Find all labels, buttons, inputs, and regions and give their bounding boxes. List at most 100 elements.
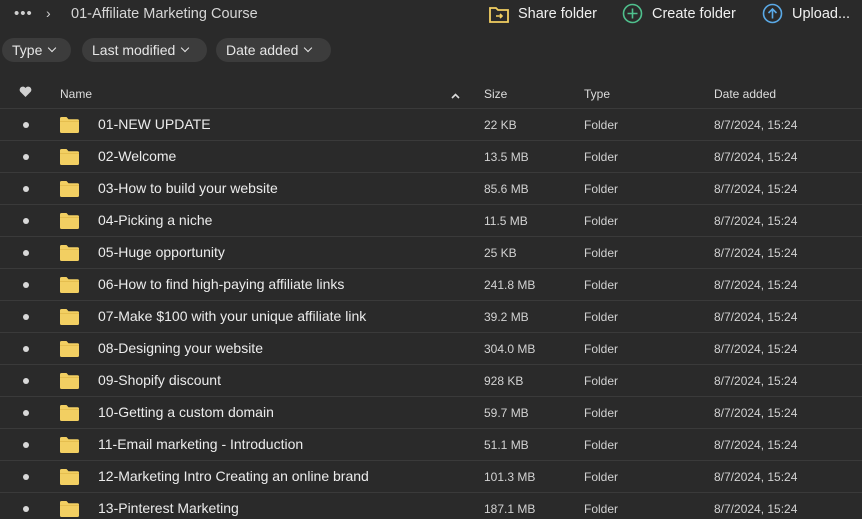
table-row[interactable]: 08-Designing your website 304.0 MB Folder 8… <box>0 333 862 365</box>
file-date-added: 8/7/2024, 15:24 <box>714 374 798 388</box>
folder-icon <box>60 469 79 485</box>
folder-icon <box>60 277 79 293</box>
table-row[interactable]: 10-Getting a custom domain 59.7 MB Folder 8… <box>0 397 862 429</box>
upload-arrow-icon <box>762 3 783 24</box>
date-added-filter-dropdown[interactable]: Date added <box>216 38 331 62</box>
type-column-header[interactable]: Type <box>584 87 610 101</box>
favorite-dot-icon[interactable] <box>23 122 29 128</box>
share-folder-label: Share folder <box>518 5 597 22</box>
plus-circle-icon <box>622 3 643 24</box>
create-folder-button[interactable]: Create folder <box>622 3 736 24</box>
file-date-added: 8/7/2024, 15:24 <box>714 182 798 196</box>
table-row[interactable]: 06-How to find high-paying affiliate lin… <box>0 269 862 301</box>
file-date-added: 8/7/2024, 15:24 <box>714 310 798 324</box>
favorite-dot-icon[interactable] <box>23 442 29 448</box>
upload-button[interactable]: Upload... <box>762 3 850 24</box>
date-added-column-header[interactable]: Date added <box>714 87 776 101</box>
file-type: Folder <box>584 278 619 292</box>
file-name[interactable]: 07-Make $100 with your unique affiliate … <box>98 308 366 324</box>
file-size: 39.2 MB <box>484 310 529 324</box>
file-type: Folder <box>584 438 619 452</box>
file-name[interactable]: 11-Email marketing - Introduction <box>98 436 303 452</box>
table-row[interactable]: 05-Huge opportunity 25 KB Folder 8/7/2024, … <box>0 237 862 269</box>
file-type: Folder <box>584 118 619 132</box>
favorite-dot-icon[interactable] <box>23 218 29 224</box>
upload-label: Upload... <box>792 5 851 22</box>
create-folder-label: Create folder <box>652 5 736 22</box>
file-size: 928 KB <box>484 374 524 388</box>
table-row[interactable]: 07-Make $100 with your unique affiliate … <box>0 301 862 333</box>
file-name[interactable]: 08-Designing your website <box>98 340 263 356</box>
file-size: 187.1 MB <box>484 502 536 516</box>
table-row[interactable]: 01-NEW UPDATE 22 KB Folder 8/7/2024, 15:24 <box>0 109 862 141</box>
favorite-dot-icon[interactable] <box>23 186 29 192</box>
file-name[interactable]: 01-NEW UPDATE <box>98 116 211 132</box>
chevron-down-icon <box>304 43 313 53</box>
file-type: Folder <box>584 246 619 260</box>
top-bar: ••• › 01-Affiliate Marketing Course Shar… <box>0 0 862 30</box>
more-options-button[interactable]: ••• <box>14 6 33 21</box>
file-name[interactable]: 06-How to find high-paying affiliate lin… <box>98 276 344 292</box>
favorite-dot-icon[interactable] <box>23 250 29 256</box>
file-date-added: 8/7/2024, 15:24 <box>714 342 798 356</box>
favorite-dot-icon[interactable] <box>23 410 29 416</box>
date-added-filter-label: Date added <box>226 42 299 58</box>
file-type: Folder <box>584 150 619 164</box>
file-name[interactable]: 10-Getting a custom domain <box>98 404 274 420</box>
chevron-down-icon <box>181 43 190 53</box>
table-row[interactable]: 09-Shopify discount 928 KB Folder 8/7/2024,… <box>0 365 862 397</box>
favorite-dot-icon[interactable] <box>23 154 29 160</box>
share-folder-button[interactable]: Share folder <box>488 3 597 24</box>
breadcrumb-current-folder[interactable]: 01-Affiliate Marketing Course <box>71 6 258 22</box>
table-header: Name Size Type Date added <box>0 78 862 109</box>
breadcrumb-separator: › <box>46 5 51 21</box>
table-row[interactable]: 04-Picking a niche 11.5 MB Folder 8/7/2024,… <box>0 205 862 237</box>
file-date-added: 8/7/2024, 15:24 <box>714 406 798 420</box>
folder-icon <box>60 181 79 197</box>
file-name[interactable]: 04-Picking a niche <box>98 212 212 228</box>
folder-icon <box>60 373 79 389</box>
file-date-added: 8/7/2024, 15:24 <box>714 438 798 452</box>
type-filter-dropdown[interactable]: Type <box>2 38 71 62</box>
favorite-dot-icon[interactable] <box>23 474 29 480</box>
name-column-header[interactable]: Name <box>60 87 92 101</box>
favorite-dot-icon[interactable] <box>23 346 29 352</box>
table-row[interactable]: 03-How to build your website 85.6 MB Folde… <box>0 173 862 205</box>
table-row[interactable]: 02-Welcome 13.5 MB Folder 8/7/2024, 15:24 <box>0 141 862 173</box>
file-type: Folder <box>584 182 619 196</box>
file-size: 13.5 MB <box>484 150 529 164</box>
table-row[interactable]: 11-Email marketing - Introduction 51.1 MB… <box>0 429 862 461</box>
file-type: Folder <box>584 214 619 228</box>
last-modified-filter-label: Last modified <box>92 42 176 58</box>
favorite-dot-icon[interactable] <box>23 282 29 288</box>
file-type: Folder <box>584 310 619 324</box>
file-name[interactable]: 03-How to build your website <box>98 180 278 196</box>
favorite-dot-icon[interactable] <box>23 506 29 512</box>
file-size: 22 KB <box>484 118 517 132</box>
folder-icon <box>60 117 79 133</box>
favorite-heart-icon[interactable] <box>19 86 32 101</box>
folder-icon <box>60 309 79 325</box>
folder-icon <box>60 405 79 421</box>
file-name[interactable]: 05-Huge opportunity <box>98 244 225 260</box>
favorite-dot-icon[interactable] <box>23 378 29 384</box>
size-column-header[interactable]: Size <box>484 87 507 101</box>
last-modified-filter-dropdown[interactable]: Last modified <box>82 38 207 62</box>
file-name[interactable]: 13-Pinterest Marketing <box>98 500 239 516</box>
share-folder-icon <box>488 3 509 24</box>
sort-ascending-icon[interactable] <box>451 88 460 102</box>
favorite-dot-icon[interactable] <box>23 314 29 320</box>
type-filter-label: Type <box>12 42 43 58</box>
file-size: 304.0 MB <box>484 342 536 356</box>
file-size: 85.6 MB <box>484 182 529 196</box>
table-row[interactable]: 13-Pinterest Marketing 187.1 MB Folder 8/7/… <box>0 493 862 519</box>
file-size: 101.3 MB <box>484 470 536 484</box>
file-type: Folder <box>584 342 619 356</box>
table-row[interactable]: 12-Marketing Intro Creating an online br… <box>0 461 862 493</box>
file-name[interactable]: 12-Marketing Intro Creating an online br… <box>98 468 369 484</box>
file-name[interactable]: 09-Shopify discount <box>98 372 221 388</box>
file-date-added: 8/7/2024, 15:24 <box>714 470 798 484</box>
file-name[interactable]: 02-Welcome <box>98 148 176 164</box>
file-date-added: 8/7/2024, 15:24 <box>714 118 798 132</box>
file-date-added: 8/7/2024, 15:24 <box>714 150 798 164</box>
